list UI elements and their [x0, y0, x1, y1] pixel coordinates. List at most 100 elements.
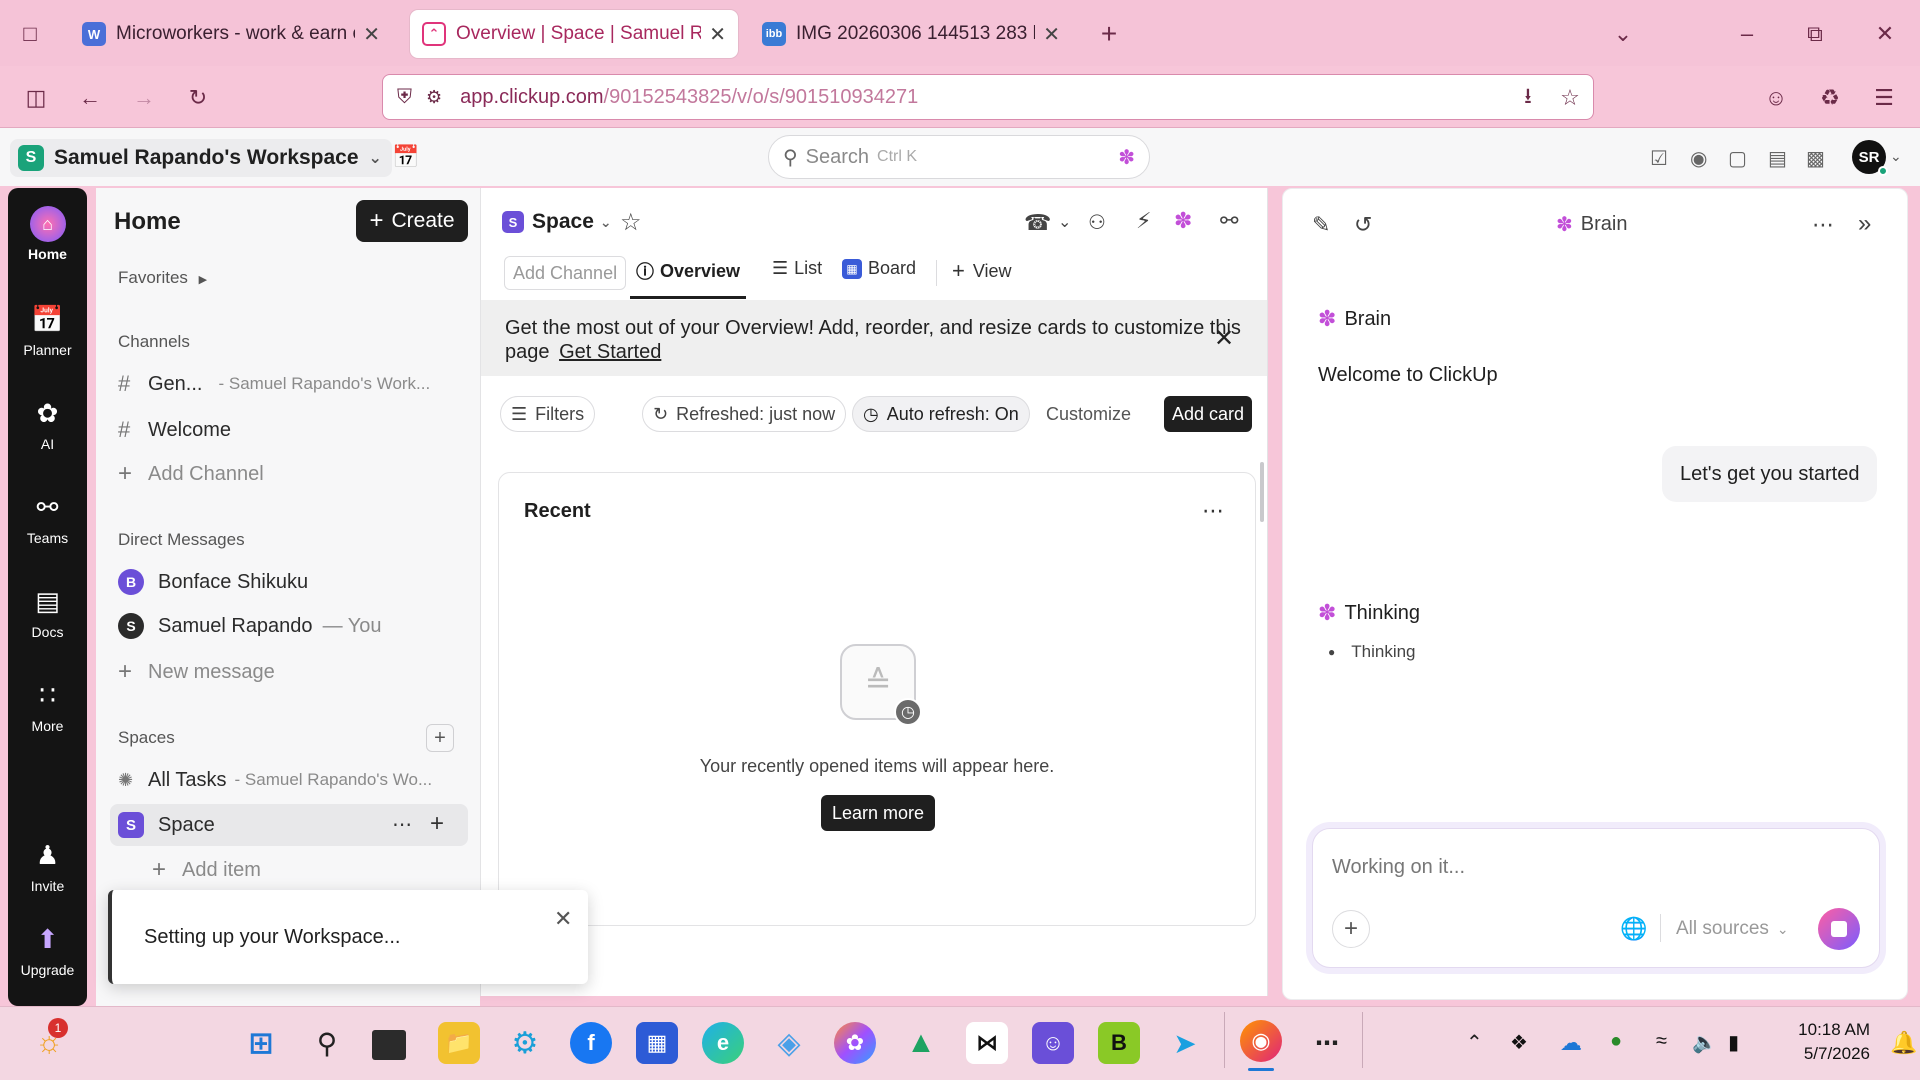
taskbar-search-icon[interactable]: ⚲: [306, 1022, 348, 1064]
microsoft-store-icon[interactable]: ▦: [636, 1022, 678, 1064]
dropbox-icon[interactable]: ❖: [1510, 1030, 1528, 1055]
automation-bolt-icon[interactable]: ⚡: [1136, 208, 1151, 234]
new-chat-edit-icon[interactable]: ✎: [1312, 212, 1330, 238]
ai-sparkle-icon[interactable]: ✽: [1118, 145, 1135, 170]
taskbar-more-dots-icon[interactable]: ⋯: [1306, 1022, 1348, 1064]
close-banner-icon[interactable]: ✕: [1214, 324, 1234, 353]
rail-teams[interactable]: ⚯ Teams: [8, 488, 87, 547]
rail-planner[interactable]: 📅 Planner: [8, 300, 87, 359]
add-channel-tab[interactable]: Add Channel: [504, 256, 627, 290]
search-bar[interactable]: ⚲ Search Ctrl K ✽: [768, 135, 1150, 179]
browser-tab-microworkers[interactable]: W Microworkers - work & earn or ✕: [70, 10, 392, 58]
edge-icon[interactable]: e: [702, 1022, 744, 1064]
rail-invite[interactable]: ♟ Invite: [8, 836, 87, 895]
extensions-icon[interactable]: ♻: [1814, 82, 1846, 114]
more-dots-icon[interactable]: ⋯: [392, 812, 414, 837]
ai-sparkle-icon[interactable]: ✽: [1174, 208, 1192, 234]
app-diamond-icon[interactable]: ◈: [768, 1022, 810, 1064]
channel-item-general[interactable]: # Gen... - Samuel Rapando's Work...: [118, 366, 458, 402]
bookmark-star-icon[interactable]: ☆: [1554, 82, 1586, 114]
tab-overview[interactable]: ⓘ Overview: [636, 258, 740, 284]
new-message-button[interactable]: + New message: [118, 654, 275, 690]
space-breadcrumb[interactable]: S Space ⌄: [502, 210, 612, 234]
tab-board[interactable]: ▦ Board: [842, 258, 916, 279]
add-to-space-plus-icon[interactable]: +: [430, 810, 444, 838]
clock-date[interactable]: 5/7/2026: [1770, 1044, 1870, 1064]
channel-item-welcome[interactable]: # Welcome: [118, 412, 231, 448]
browser-tab-overview[interactable]: ⌃ Overview | Space | Samuel Rapa ✕: [410, 10, 738, 58]
share-people-icon[interactable]: ⚯: [1220, 208, 1238, 234]
rail-upgrade[interactable]: ⬆ Upgrade: [8, 920, 87, 979]
notification-bell-icon[interactable]: 🔔: [1890, 1030, 1917, 1056]
dashboard-icon[interactable]: ▩: [1806, 146, 1825, 171]
clock-time[interactable]: 10:18 AM: [1770, 1020, 1870, 1040]
auto-refresh-toggle[interactable]: ◷ Auto refresh: On: [852, 396, 1030, 432]
start-windows-icon[interactable]: ⊞: [240, 1022, 282, 1064]
close-tab-icon[interactable]: ✕: [1043, 22, 1060, 47]
calendar-icon[interactable]: 📅: [392, 144, 419, 170]
rail-more[interactable]: ∷ More: [8, 676, 87, 735]
app-pin-icon[interactable]: ⚙: [504, 1022, 546, 1064]
record-icon[interactable]: ◉: [1690, 146, 1707, 171]
glasses-icon[interactable]: ⚇: [1088, 210, 1106, 235]
sources-dropdown[interactable]: All sources ⌄: [1676, 918, 1789, 940]
customize-button[interactable]: Customize: [1046, 404, 1131, 425]
workspace-switcher[interactable]: S Samuel Rapando's Workspace ⌄: [10, 139, 392, 177]
onedrive-icon[interactable]: ☁: [1560, 1030, 1582, 1056]
copilot-icon[interactable]: ✿: [834, 1022, 876, 1064]
all-tasks-item[interactable]: ✺ All Tasks - Samuel Rapando's Wo...: [118, 762, 458, 798]
brain-more-dots-icon[interactable]: ⋯: [1812, 212, 1836, 238]
composer-input[interactable]: Working on it...: [1332, 856, 1465, 879]
refresh-button[interactable]: ↻ Refreshed: just now: [642, 396, 847, 432]
tray-app-icon[interactable]: ●: [1610, 1030, 1622, 1053]
add-view-button[interactable]: + View: [952, 258, 1012, 284]
minimize-icon[interactable]: –: [1730, 18, 1764, 50]
restore-icon[interactable]: ⧉: [1798, 18, 1832, 50]
capcut-icon[interactable]: ⋈: [966, 1022, 1008, 1064]
filters-button[interactable]: ☰ Filters: [500, 396, 596, 432]
task-view-icon[interactable]: [372, 1030, 406, 1060]
drive-icon[interactable]: ▲: [900, 1022, 942, 1064]
facebook-icon[interactable]: f: [570, 1022, 612, 1064]
account-icon[interactable]: ☺: [1760, 82, 1792, 114]
tray-chevron-up-icon[interactable]: ⌃: [1466, 1030, 1483, 1055]
add-channel-button[interactable]: + Add Channel: [118, 456, 264, 492]
favorites-section[interactable]: Favorites ▶: [118, 268, 207, 288]
battery-icon[interactable]: ▮: [1728, 1030, 1739, 1055]
add-item-button[interactable]: + Add item: [152, 852, 261, 888]
stop-generation-button[interactable]: [1818, 908, 1860, 950]
star-icon[interactable]: ☆: [620, 208, 642, 237]
video-icon[interactable]: ▢: [1728, 146, 1747, 171]
close-tab-icon[interactable]: ✕: [709, 22, 726, 47]
tab-list[interactable]: ☰ List: [772, 258, 822, 279]
forward-arrow-icon[interactable]: →: [128, 82, 160, 114]
space-item[interactable]: S Space: [118, 807, 215, 843]
address-bar[interactable]: ⛨ ⚙ app.clickup.com/90152543825/v/o/s/90…: [382, 74, 1594, 120]
history-icon[interactable]: ↺: [1354, 212, 1372, 238]
get-started-link[interactable]: Get Started: [559, 341, 661, 363]
card-more-dots-icon[interactable]: ⋯: [1202, 498, 1226, 524]
tab-overview-icon[interactable]: □: [14, 18, 46, 50]
collapse-panel-icon[interactable]: »: [1858, 210, 1871, 238]
rail-home[interactable]: ⌂ Home: [8, 206, 87, 262]
wifi-icon[interactable]: ≈: [1656, 1030, 1667, 1053]
new-tab-icon[interactable]: +: [1092, 18, 1126, 50]
add-card-button[interactable]: Add card: [1164, 396, 1253, 432]
install-app-icon[interactable]: ⭳: [1512, 82, 1544, 114]
dm-item-samuel[interactable]: S Samuel Rapando — You: [118, 608, 382, 644]
main-scrollbar[interactable]: [1260, 462, 1264, 522]
file-explorer-icon[interactable]: 📁: [438, 1022, 480, 1064]
close-tab-icon[interactable]: ✕: [363, 22, 380, 47]
chevron-down-icon[interactable]: ⌄: [1890, 148, 1902, 165]
sidebar-toggle-icon[interactable]: ◫: [20, 82, 52, 114]
learn-more-button[interactable]: Learn more: [821, 795, 935, 831]
app-purple-icon[interactable]: ☺: [1032, 1022, 1074, 1064]
rail-docs[interactable]: ▤ Docs: [8, 582, 87, 641]
back-arrow-icon[interactable]: ←: [74, 82, 106, 114]
create-button[interactable]: + Create: [356, 200, 468, 242]
chevron-down-icon[interactable]: ⌄: [1058, 212, 1071, 232]
close-toast-icon[interactable]: ✕: [554, 906, 572, 932]
doc-icon[interactable]: ▤: [1768, 146, 1787, 171]
permissions-icon[interactable]: ⚙: [426, 87, 442, 108]
globe-icon[interactable]: 🌐: [1620, 916, 1647, 942]
